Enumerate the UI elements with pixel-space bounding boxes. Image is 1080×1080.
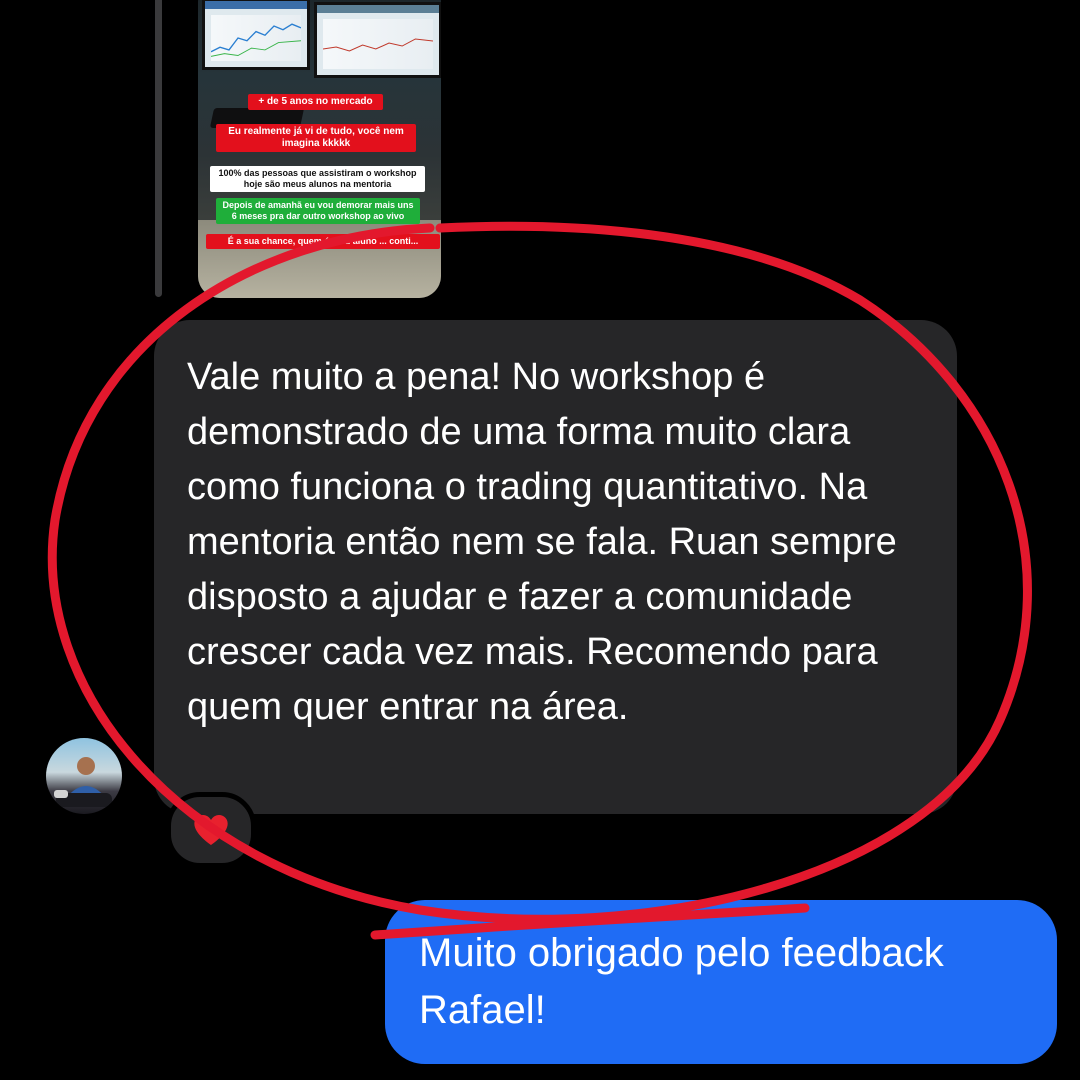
- story-caption: É a sua chance, quem é meu aluno ... con…: [206, 234, 440, 249]
- incoming-message-text: Vale muito a pena! No workshop é demonst…: [187, 356, 897, 728]
- story-caption: + de 5 anos no mercado: [248, 94, 383, 110]
- red-heart-icon: [194, 815, 228, 845]
- monitor-image-left: [202, 0, 310, 70]
- message-reaction[interactable]: [166, 792, 256, 868]
- story-reply-thumbnail[interactable]: + de 5 anos no mercado Eu realmente já v…: [198, 0, 441, 298]
- monitor-image-right: [314, 2, 441, 78]
- desk-image: [198, 220, 441, 298]
- story-caption: Depois de amanhã eu vou demorar mais uns…: [216, 198, 420, 224]
- avatar[interactable]: [46, 738, 122, 814]
- reply-thread-line: [155, 0, 162, 297]
- story-caption: 100% das pessoas que assistiram o worksh…: [210, 166, 425, 192]
- outgoing-message-text: Muito obrigado pelo feedback Rafael!: [419, 931, 944, 1032]
- story-caption: Eu realmente já vi de tudo, você nem ima…: [216, 124, 416, 152]
